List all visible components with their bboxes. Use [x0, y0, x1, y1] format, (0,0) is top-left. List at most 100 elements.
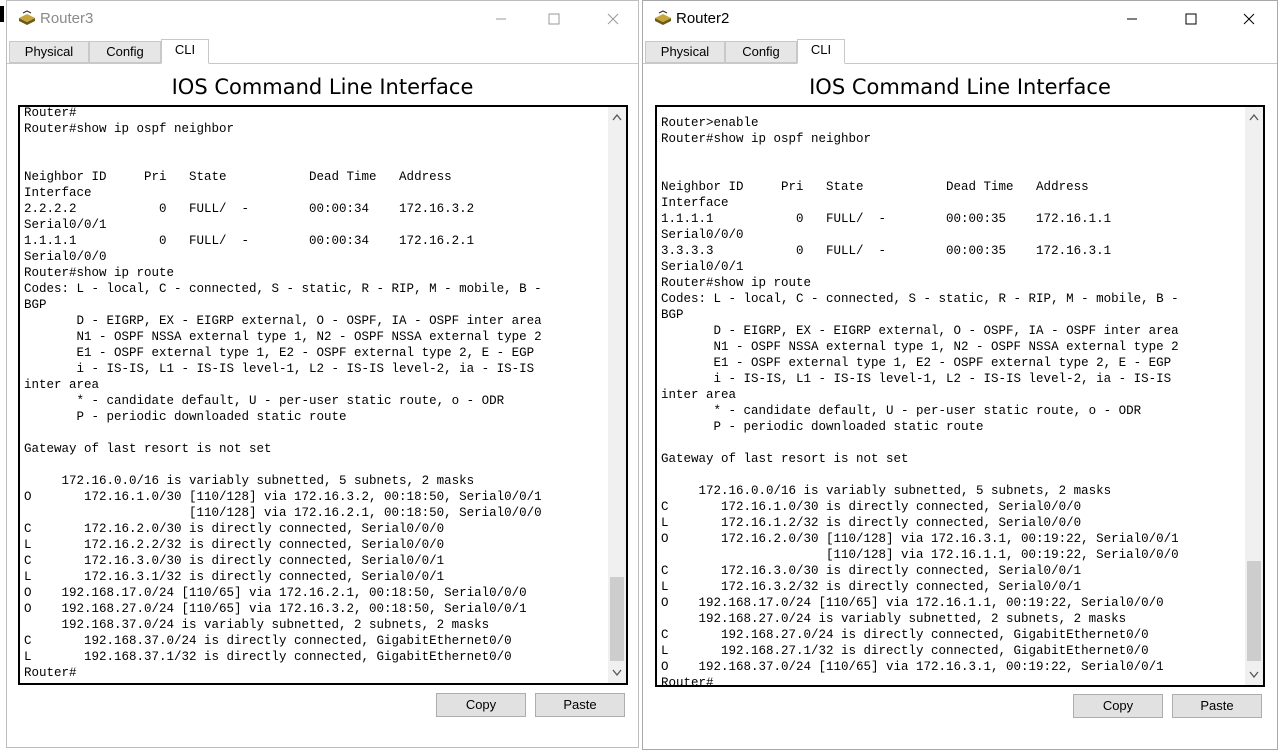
tab-config[interactable]: Config: [89, 41, 161, 63]
cli-line: Gateway of last resort is not set: [661, 452, 909, 466]
router-icon: [17, 10, 37, 28]
cli-line: N1 - OSPF NSSA external type 1, N2 - OSP…: [661, 340, 1179, 354]
cli-output: Router# Router#show ip ospf neighbor Nei…: [24, 106, 606, 681]
cli-line: C 192.168.37.0/24 is directly connected,…: [24, 634, 512, 648]
cli-heading: IOS Command Line Interface: [809, 75, 1111, 99]
cli-line: L 172.16.1.2/32 is directly connected, S…: [661, 516, 1082, 530]
cli-line: L 172.16.3.1/32 is directly connected, S…: [24, 570, 445, 584]
cli-scrollbar[interactable]: [608, 107, 626, 683]
cli-line: Serial0/0/1: [24, 218, 107, 232]
cli-line: Neighbor ID Pri State Dead Time Address: [24, 170, 452, 184]
router3-window: Router3 Physical Config CLI IOS Command …: [6, 0, 639, 748]
close-button[interactable]: [598, 6, 628, 32]
scroll-thumb[interactable]: [1247, 561, 1261, 661]
scroll-thumb[interactable]: [610, 577, 624, 661]
minimize-icon: [1127, 18, 1137, 20]
title-bar[interactable]: Router2: [643, 1, 1277, 37]
paste-button[interactable]: Paste: [1172, 694, 1262, 718]
cli-output: Router>enable Router#show ip ospf neighb…: [661, 115, 1243, 687]
cli-line: * - candidate default, U - per-user stat…: [661, 404, 1142, 418]
background-window-edge: [0, 6, 4, 22]
cli-line: 192.168.37.0/24 is variably subnetted, 2…: [24, 618, 490, 632]
cli-line: [110/128] via 172.16.2.1, 00:18:50, Seri…: [24, 506, 542, 520]
cli-heading: IOS Command Line Interface: [171, 75, 474, 99]
cli-line: BGP: [661, 308, 684, 322]
cli-line: Router#: [24, 106, 77, 120]
tab-physical[interactable]: Physical: [645, 41, 725, 63]
scroll-down-icon[interactable]: [1245, 667, 1263, 683]
minimize-button[interactable]: [486, 6, 516, 32]
cli-line: Router#show ip route: [661, 276, 812, 290]
cli-line: O 192.168.37.0/24 [110/65] via 172.16.3.…: [661, 660, 1164, 674]
cli-line: inter area: [24, 378, 100, 392]
tab-config[interactable]: Config: [725, 41, 797, 63]
scroll-down-icon[interactable]: [608, 665, 626, 681]
paste-button[interactable]: Paste: [535, 693, 625, 717]
cli-line: D - EIGRP, EX - EIGRP external, O - OSPF…: [24, 314, 542, 328]
cli-line: D - EIGRP, EX - EIGRP external, O - OSPF…: [661, 324, 1179, 338]
maximize-icon: [1185, 13, 1197, 25]
cli-line: P - periodic downloaded static route: [24, 410, 347, 424]
cli-line: O 192.168.27.0/24 [110/65] via 172.16.3.…: [24, 602, 527, 616]
cli-line: [110/128] via 172.16.1.1, 00:19:22, Seri…: [661, 548, 1179, 562]
minimize-button[interactable]: [1117, 6, 1147, 32]
cli-line: Serial0/0/1: [661, 260, 744, 274]
tab-cli[interactable]: CLI: [161, 39, 209, 64]
maximize-button[interactable]: [539, 6, 569, 32]
scroll-up-icon[interactable]: [1245, 109, 1263, 125]
title-bar[interactable]: Router3: [7, 1, 638, 37]
tab-bar: Physical Config CLI: [643, 39, 1277, 64]
cli-line: Router>enable: [661, 116, 759, 130]
close-icon: [607, 13, 619, 25]
cli-line: L 172.16.3.2/32 is directly connected, S…: [661, 580, 1082, 594]
cli-line: 172.16.0.0/16 is variably subnetted, 5 s…: [24, 474, 475, 488]
cli-line: Router#show ip route: [24, 266, 175, 280]
cli-line: Neighbor ID Pri State Dead Time Address: [661, 180, 1089, 194]
cli-terminal[interactable]: Router>enable Router#show ip ospf neighb…: [655, 105, 1265, 687]
cli-line: Codes: L - local, C - connected, S - sta…: [24, 282, 542, 296]
cli-line: Router#: [661, 676, 714, 687]
copy-button[interactable]: Copy: [1073, 694, 1163, 718]
window-title: Router2: [676, 10, 730, 27]
cli-line: C 172.16.1.0/30 is directly connected, S…: [661, 500, 1082, 514]
cli-line: O 172.16.1.0/30 [110/128] via 172.16.3.2…: [24, 490, 542, 504]
cli-line: Serial0/0/0: [24, 250, 107, 264]
cli-line: C 192.168.27.0/24 is directly connected,…: [661, 628, 1149, 642]
tab-physical[interactable]: Physical: [9, 41, 89, 63]
cli-line: Router#show ip ospf neighbor: [661, 132, 872, 146]
cli-line: * - candidate default, U - per-user stat…: [24, 394, 505, 408]
cli-line: Interface: [24, 186, 92, 200]
cli-line: Interface: [661, 196, 729, 210]
cli-line: O 192.168.17.0/24 [110/65] via 172.16.1.…: [661, 596, 1164, 610]
cli-scrollbar[interactable]: [1245, 107, 1263, 685]
cli-line: C 172.16.3.0/30 is directly connected, S…: [24, 554, 445, 568]
close-button[interactable]: [1234, 6, 1264, 32]
cli-line: Serial0/0/0: [661, 228, 744, 242]
maximize-button[interactable]: [1176, 6, 1206, 32]
copy-button[interactable]: Copy: [436, 693, 526, 717]
router2-window: Router2 Physical Config CLI IOS Command …: [642, 0, 1278, 750]
tab-bar: Physical Config CLI: [7, 39, 638, 64]
cli-line: 1.1.1.1 0 FULL/ - 00:00:35 172.16.1.1: [661, 212, 1112, 226]
cli-line: L 192.168.37.1/32 is directly connected,…: [24, 650, 512, 664]
cli-line: O 192.168.17.0/24 [110/65] via 172.16.2.…: [24, 586, 527, 600]
cli-terminal[interactable]: Router# Router#show ip ospf neighbor Nei…: [18, 105, 628, 685]
cli-line: L 172.16.2.2/32 is directly connected, S…: [24, 538, 445, 552]
cli-line: E1 - OSPF external type 1, E2 - OSPF ext…: [24, 346, 535, 360]
cli-line: N1 - OSPF NSSA external type 1, N2 - OSP…: [24, 330, 542, 344]
cli-line: C 172.16.2.0/30 is directly connected, S…: [24, 522, 445, 536]
cli-line: i - IS-IS, L1 - IS-IS level-1, L2 - IS-I…: [661, 372, 1172, 386]
scroll-up-icon[interactable]: [608, 109, 626, 125]
cli-line: E1 - OSPF external type 1, E2 - OSPF ext…: [661, 356, 1172, 370]
cli-line: i - IS-IS, L1 - IS-IS level-1, L2 - IS-I…: [24, 362, 535, 376]
router-icon: [653, 10, 673, 28]
maximize-icon: [548, 13, 560, 25]
tab-cli[interactable]: CLI: [797, 39, 845, 64]
cli-line: 2.2.2.2 0 FULL/ - 00:00:34 172.16.3.2: [24, 202, 475, 216]
cli-line: 1.1.1.1 0 FULL/ - 00:00:34 172.16.2.1: [24, 234, 475, 248]
cli-line: C 172.16.3.0/30 is directly connected, S…: [661, 564, 1082, 578]
cli-line: inter area: [661, 388, 737, 402]
cli-line: Router#: [24, 666, 77, 680]
cli-line: 3.3.3.3 0 FULL/ - 00:00:35 172.16.3.1: [661, 244, 1112, 258]
cli-line: Router#show ip ospf neighbor: [24, 122, 235, 136]
